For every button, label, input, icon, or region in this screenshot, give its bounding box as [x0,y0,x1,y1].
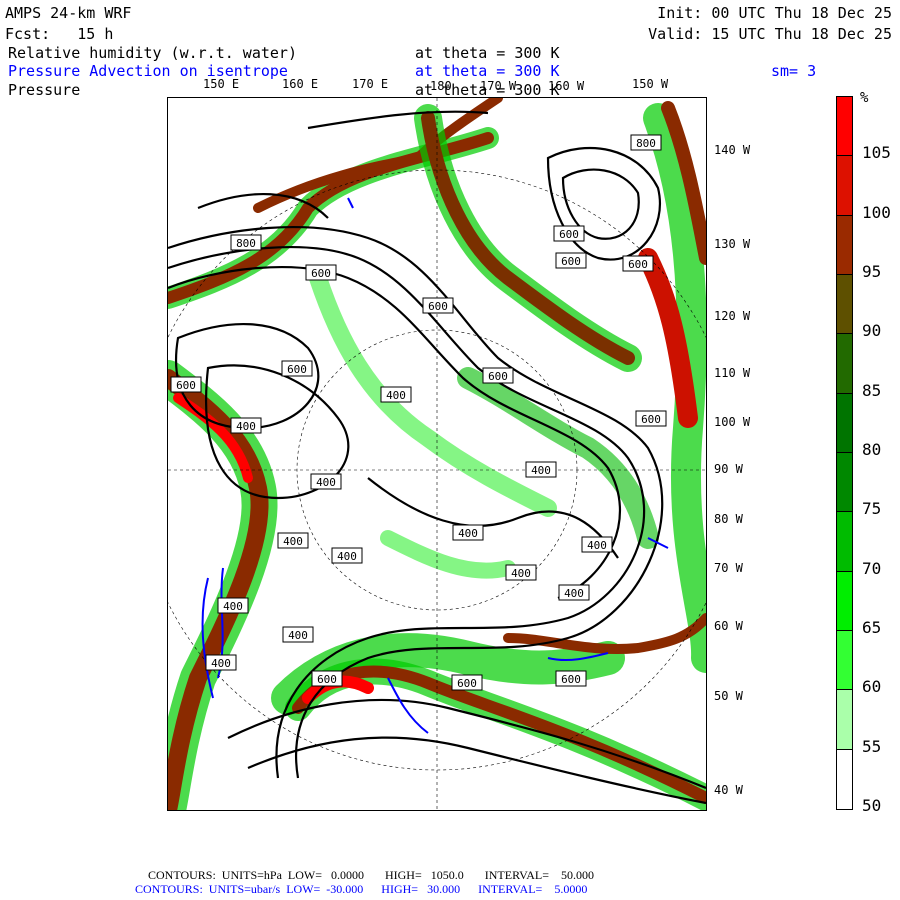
init-time: Init: 00 UTC Thu 18 Dec 25 [657,4,892,22]
contour-label: 600 [287,363,307,376]
contour-label: 800 [236,237,256,250]
longitude-label: 60 W [714,619,743,633]
contour-label: 600 [561,673,581,686]
colorbar-label: 60 [862,677,882,697]
colorbar-label: 90 [862,321,882,341]
colorbar-label: 80 [862,440,882,459]
longitude-label: 180 [430,79,452,93]
field-pressure-label: Pressure [8,81,81,99]
colorbar-label: 55 [862,736,882,756]
colorbar-label: 105 [862,143,891,163]
colorbar-swatch [836,274,853,335]
forecast-hour: Fcst: 15 h [5,25,114,43]
weather-map: 800 600 600 600 800 600 600 600 600 600 400 400 400 4… [136,93,738,828]
contour-label: 400 [587,539,607,552]
contour-label: 400 [511,567,531,580]
colorbar-swatch [836,333,853,394]
smoothing-label: sm= 3 [771,62,817,80]
contour-label: 600 [311,267,331,280]
colorbar-swatch [836,155,853,216]
colorbar-swatch [836,96,853,157]
longitude-label: 160 W [548,79,585,93]
colorbar-unit: % [860,90,869,106]
longitude-label: 90 W [714,462,743,476]
contour-label: 600 [488,370,508,383]
field-advection-label: Pressure Advection on isentrope [8,62,288,80]
longitude-label: 110 W [714,366,751,380]
longitude-label: 130 W [714,237,751,251]
field-rh-label: Relative humidity (w.r.t. water) [8,44,297,62]
colorbar-swatch [836,511,853,572]
contour-label: 400 [283,535,303,548]
colorbar-label: 65 [862,618,882,637]
contour-label: 400 [386,389,406,402]
colorbar-label: 50 [862,796,882,815]
contour-label: 600 [176,379,196,392]
contour-label: 400 [564,587,584,600]
longitude-label: 170 E [352,77,389,91]
contour-label: 400 [211,657,231,670]
colorbar-swatch [836,452,853,513]
contour-label: 400 [288,629,308,642]
contour-label: 400 [458,527,478,540]
contour-label: 600 [428,300,448,313]
contour-label: 400 [236,420,256,433]
model-title: AMPS 24-km WRF [5,4,132,22]
longitude-label: 80 W [714,512,743,526]
colorbar-label: 100 [862,202,891,222]
contour-label: 600 [559,228,579,241]
footer-pressure-contours: CONTOURS: UNITS=hPa LOW= 0.0000 HIGH= 10… [148,868,594,882]
longitude-label: 40 W [714,783,743,797]
colorbar-swatch [836,748,853,810]
longitude-label: 120 W [714,309,751,323]
contour-label: 600 [628,258,648,271]
colorbar-label: 85 [862,380,882,400]
footer-advection-contours: CONTOURS: UNITS=ubar/s LOW= -30.000 HIGH… [135,882,588,896]
colorbar-swatch [836,689,853,750]
longitude-label: 160 E [282,77,319,91]
field-rh-level: at theta = 300 K [415,44,560,62]
longitude-label: 150 W [632,77,669,91]
contour-label: 400 [531,464,551,477]
longitude-label: 170 W [480,79,517,93]
contour-label: 600 [641,413,661,426]
contour-label: 600 [457,677,477,690]
colorbar-label: 75 [862,499,882,519]
colorbar-swatch [836,214,853,275]
colorbar-label: 70 [862,558,882,578]
contour-label: 400 [316,476,336,489]
colorbar-label: 95 [862,262,882,281]
field-advection-level: at theta = 300 K [415,62,560,80]
contour-label: 400 [223,600,243,613]
longitude-label: 100 W [714,415,751,429]
contour-label: 800 [636,137,656,150]
longitude-label: 50 W [714,689,743,703]
contour-label: 400 [337,550,357,563]
longitude-label: 140 W [714,143,751,157]
colorbar-swatch [836,392,853,453]
colorbar-swatch [836,630,853,691]
longitude-label: 150 E [203,77,240,91]
longitude-label: 70 W [714,561,743,575]
colorbar-swatch [836,570,853,631]
contour-label: 600 [561,255,581,268]
map-canvas: 800 600 600 600 800 600 600 600 600 600 400 400 400 4… [136,93,738,828]
contour-label: 600 [317,673,337,686]
valid-time: Valid: 15 UTC Thu 18 Dec 25 [648,25,892,43]
